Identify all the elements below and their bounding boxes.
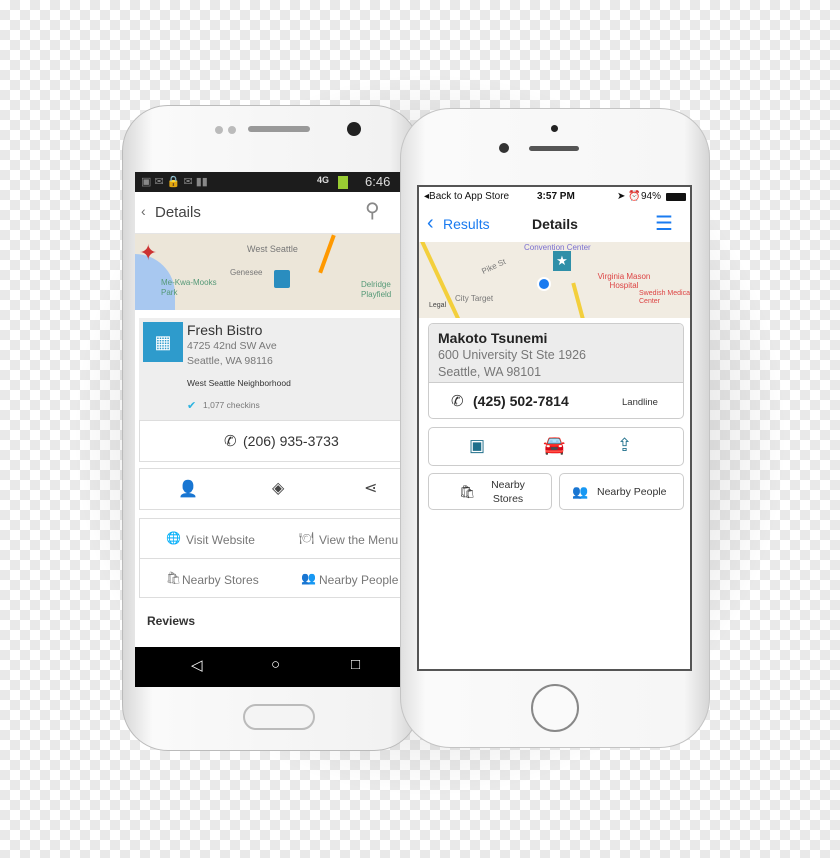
foursquare-icon: ✔ <box>187 400 197 412</box>
map-label: Virginia Mason Hospital <box>597 272 651 290</box>
reviews-heading: Reviews <box>147 614 196 628</box>
link-label: View the Menu <box>319 533 399 547</box>
phone-number: (206) 935-3733 <box>243 433 339 449</box>
neighborhood: West Seattle Neighborhood <box>187 378 291 388</box>
status-bar: ▣ ✉ 🔒 ✉ ▮▮ 4G 6:46 <box>135 172 400 192</box>
nav-bar: ‹ Results Details ☰ <box>419 207 690 242</box>
status-bar: ◂Back to App Store 3:57 PM ➤ ⏰ 94% <box>419 187 690 207</box>
address-line: Seattle, WA 98101 <box>438 365 542 379</box>
back-icon[interactable]: ‹ <box>141 203 146 219</box>
checkins-count: 1,077 checkins <box>203 400 260 410</box>
speaker-grille <box>248 126 310 132</box>
map-label: Legal <box>429 302 447 309</box>
map-label: Me-Kwa-Mooks Park <box>161 278 217 297</box>
link-label: Nearby Stores <box>182 573 259 587</box>
directions-icon[interactable]: ◈ <box>272 478 284 498</box>
place-name: Fresh Bistro <box>187 322 263 338</box>
map[interactable]: Convention Center Pike St Virginia Mason… <box>419 242 690 318</box>
menu-icon: 🍽 <box>299 531 315 545</box>
action-row: 👤 ◈ ⋖ <box>139 468 400 510</box>
navigation-bar: ◁ ○ □ <box>135 647 400 687</box>
sensor <box>228 126 236 134</box>
search-icon[interactable]: ⚲ <box>365 198 380 223</box>
people-icon: 👥 <box>301 571 316 585</box>
iphone-screen: ◂Back to App Store 3:57 PM ➤ ⏰ 94% ‹ Res… <box>417 185 692 671</box>
address-line: Seattle, WA 98116 <box>187 355 273 367</box>
camera-lens <box>499 143 509 153</box>
action-row: ▣ 🚘 ⇪ <box>428 427 684 466</box>
home-button[interactable] <box>243 704 315 730</box>
front-camera <box>551 125 558 132</box>
call-button[interactable]: ✆ (425) 502-7814 Landline <box>429 384 683 418</box>
location-alarm-icons: ➤ ⏰ <box>617 191 641 202</box>
map-label: Pike St <box>480 257 508 276</box>
android-screen: ▣ ✉ 🔒 ✉ ▮▮ 4G 6:46 ‹ Details ⚲ ✦ West Se… <box>135 172 400 687</box>
map-label: City Target <box>455 294 494 303</box>
shopping-bag-icon: 🛍 <box>459 484 476 499</box>
page-title: Details <box>532 216 578 232</box>
map-label: Swedish Medical Center <box>639 290 690 305</box>
speaker <box>529 146 579 151</box>
hamburger-menu-icon[interactable]: ☰ <box>655 211 673 236</box>
compass-icon[interactable]: ✦ <box>139 240 157 266</box>
front-camera <box>347 122 361 136</box>
results-back-button[interactable]: Results <box>443 216 490 232</box>
share-icon[interactable]: ⇪ <box>617 435 632 456</box>
link-label: Nearby People <box>319 573 399 587</box>
phone-type: Landline <box>622 397 658 408</box>
current-location-dot <box>537 277 551 291</box>
recents-nav-icon[interactable]: □ <box>351 656 360 673</box>
map[interactable]: ✦ West Seattle Genesee Me-Kwa-Mooks Park… <box>135 234 400 310</box>
nearby-people-button[interactable]: 👥 Nearby People <box>271 559 400 599</box>
back-nav-icon[interactable]: ◁ <box>191 656 203 674</box>
map-label: West Seattle <box>247 244 298 254</box>
address-line: 600 University St Ste 1926 <box>438 348 586 362</box>
clock: 6:46 <box>365 174 391 189</box>
battery-icon <box>338 176 348 189</box>
back-to-app-store[interactable]: ◂Back to App Store <box>424 191 509 202</box>
add-contact-icon[interactable]: 👤 <box>178 479 198 499</box>
star-pin-icon[interactable]: ★ <box>553 251 571 271</box>
nearby-stores-button[interactable]: 🛍 Nearby Stores <box>140 559 271 599</box>
home-button[interactable] <box>531 684 579 732</box>
button-label: Nearby Stores <box>491 479 525 505</box>
notification-icons: ▣ ✉ 🔒 ✉ ▮▮ <box>141 176 208 188</box>
call-button[interactable]: ✆ (206) 935-3733 <box>139 420 400 462</box>
page-title: Details <box>155 204 201 221</box>
chevron-left-icon[interactable]: ‹ <box>427 212 434 235</box>
clock: 3:57 PM <box>537 191 575 202</box>
map-label: Delridge Playfield <box>361 280 392 299</box>
sensor <box>215 126 223 134</box>
map-label: Genesee <box>230 268 263 277</box>
phone-number: (425) 502-7814 <box>473 393 569 409</box>
network-label: 4G <box>317 175 330 185</box>
car-icon[interactable]: 🚘 <box>543 435 565 456</box>
view-menu-button[interactable]: 🍽 View the Menu <box>271 519 400 559</box>
battery-percent: 94% <box>641 191 662 202</box>
place-card: ▦ Fresh Bistro 4725 42nd SW Ave Seattle,… <box>139 318 400 420</box>
nearby-stores-button[interactable]: 🛍 Nearby Stores <box>428 473 552 510</box>
button-label: Nearby People <box>597 486 667 498</box>
back-app-label: Back to App Store <box>429 191 510 202</box>
share-icon[interactable]: ⋖ <box>364 478 377 498</box>
contact-name: Makoto Tsunemi <box>438 330 548 346</box>
home-nav-icon[interactable]: ○ <box>271 656 280 673</box>
globe-icon: 🌐 <box>166 531 181 545</box>
address-line: 4725 42nd SW Ave <box>187 340 277 352</box>
building-icon: ▦ <box>143 322 183 362</box>
phone-icon: ✆ <box>224 433 237 450</box>
app-header: ‹ Details ⚲ <box>135 192 400 234</box>
links-panel: 🌐 Visit Website 🍽 View the Menu 🛍 Nearby… <box>139 518 400 598</box>
battery-icon <box>666 193 686 201</box>
contact-card: Makoto Tsunemi 600 University St Ste 192… <box>428 323 684 419</box>
phone-icon: ✆ <box>451 393 464 410</box>
link-label: Visit Website <box>186 533 255 547</box>
people-icon: 👥 <box>572 484 589 499</box>
visit-website-button[interactable]: 🌐 Visit Website <box>140 519 271 559</box>
location-pin-icon[interactable] <box>274 270 290 288</box>
shopping-bag-icon: 🛍 <box>166 571 182 585</box>
add-contact-icon[interactable]: ▣ <box>469 436 485 456</box>
nearby-people-button[interactable]: 👥 Nearby People <box>559 473 684 510</box>
